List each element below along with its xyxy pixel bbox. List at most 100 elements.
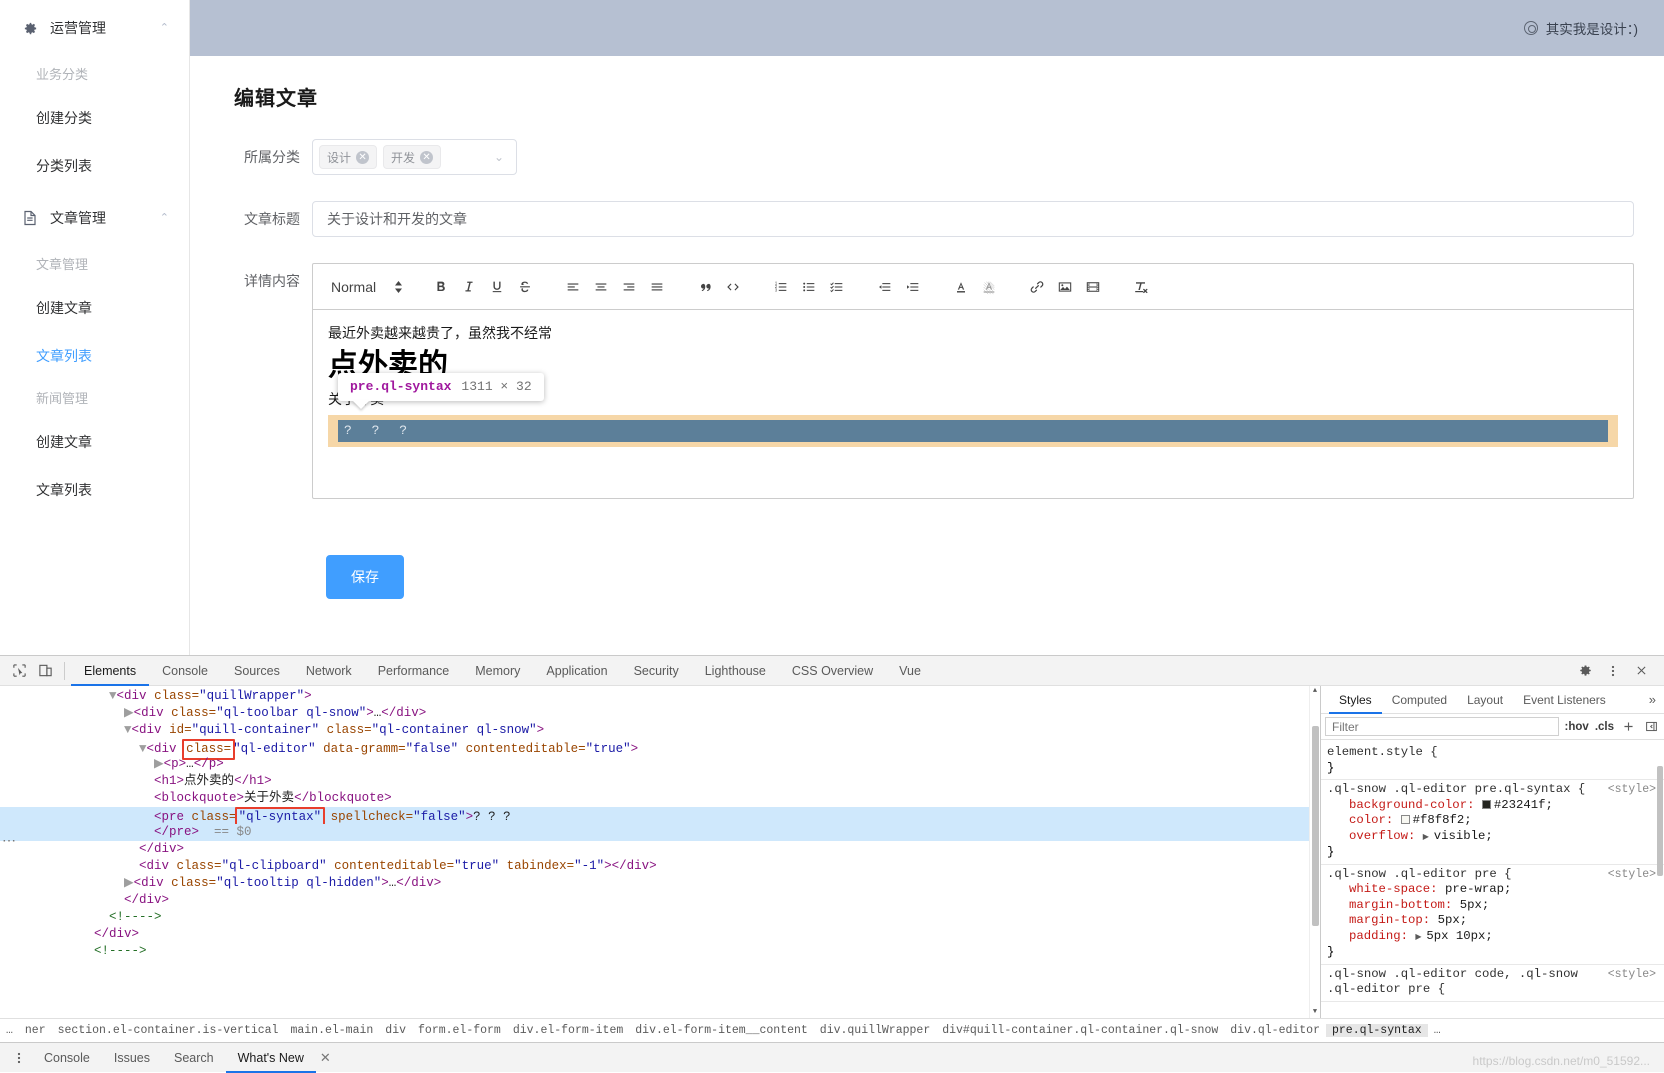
- sidebar-group-operations[interactable]: 运营管理 ⌃: [0, 0, 189, 56]
- devtools-tab-performance[interactable]: Performance: [365, 656, 463, 686]
- devtools-tab-vue[interactable]: Vue: [886, 656, 934, 686]
- devtools-tab-css-overview[interactable]: CSS Overview: [779, 656, 886, 686]
- styles-tab-computed[interactable]: Computed: [1382, 686, 1457, 714]
- devtools-tab-console[interactable]: Console: [149, 656, 221, 686]
- italic-icon[interactable]: [455, 275, 483, 299]
- css-declaration[interactable]: padding: ▶ 5px 10px;: [1327, 929, 1664, 946]
- css-declaration[interactable]: background-color: #23241f;: [1327, 798, 1664, 814]
- css-rule-source[interactable]: <style>: [1608, 967, 1656, 983]
- sidebar-item-category-list[interactable]: 分类列表: [0, 142, 189, 190]
- code-block-icon[interactable]: [719, 275, 747, 299]
- drawer-tab-issues[interactable]: Issues: [102, 1043, 162, 1073]
- hover-state-button[interactable]: :hov: [1565, 721, 1589, 733]
- css-rule-source[interactable]: <style>: [1608, 782, 1656, 798]
- css-rule-source[interactable]: <style>: [1608, 867, 1656, 883]
- scroll-down-icon[interactable]: ▼: [1310, 1007, 1320, 1018]
- styles-filter-input[interactable]: [1325, 717, 1559, 736]
- link-icon[interactable]: [1023, 275, 1051, 299]
- heading-picker[interactable]: Normal: [321, 279, 411, 295]
- devtools-tab-memory[interactable]: Memory: [462, 656, 533, 686]
- save-button[interactable]: 保存: [326, 555, 404, 599]
- bold-icon[interactable]: [427, 275, 455, 299]
- sidebar-toggle-icon[interactable]: [1643, 720, 1660, 733]
- color-swatch[interactable]: [1401, 815, 1410, 824]
- align-center-icon[interactable]: [587, 275, 615, 299]
- indent-icon[interactable]: [899, 275, 927, 299]
- styles-tab-layout[interactable]: Layout: [1457, 686, 1513, 714]
- align-justify-icon[interactable]: [643, 275, 671, 299]
- list-bullet-icon[interactable]: [795, 275, 823, 299]
- device-toolbar-icon[interactable]: [32, 659, 58, 683]
- devtools-tab-elements[interactable]: Elements: [71, 656, 149, 686]
- outdent-icon[interactable]: [871, 275, 899, 299]
- css-declaration[interactable]: white-space: pre-wrap;: [1327, 882, 1664, 898]
- devtools-tab-lighthouse[interactable]: Lighthouse: [692, 656, 779, 686]
- user-menu[interactable]: 其实我是设计：): [1524, 18, 1638, 38]
- styles-rules[interactable]: element.style {} <style>.ql-snow .ql-edit…: [1321, 740, 1664, 1018]
- dom-node-line[interactable]: </pre> == $0: [0, 824, 1320, 841]
- breadcrumb-item[interactable]: div.el-form-item__content: [629, 1024, 814, 1037]
- css-rule[interactable]: <style>.ql-snow .ql-editor code, .ql-sno…: [1321, 965, 1664, 1002]
- devtools-tab-security[interactable]: Security: [621, 656, 692, 686]
- dom-node-line[interactable]: <pre class="ql-syntax" spellcheck="false…: [0, 807, 1320, 824]
- kebab-menu-icon[interactable]: [6, 1046, 32, 1070]
- dom-node-line[interactable]: </div>: [0, 841, 1320, 858]
- color-swatch[interactable]: [1482, 800, 1491, 809]
- close-icon[interactable]: ✕: [356, 151, 369, 164]
- underline-icon[interactable]: [483, 275, 511, 299]
- breadcrumb-item[interactable]: div.ql-editor: [1224, 1024, 1326, 1037]
- css-rule[interactable]: element.style {}: [1321, 743, 1664, 780]
- close-icon[interactable]: ✕: [320, 1050, 331, 1066]
- breadcrumb-item[interactable]: …: [1428, 1024, 1447, 1037]
- category-tag-development[interactable]: 开发 ✕: [383, 145, 441, 169]
- css-declaration[interactable]: margin-top: 5px;: [1327, 913, 1664, 929]
- article-title-input[interactable]: [312, 201, 1634, 237]
- kebab-menu-icon[interactable]: [1600, 659, 1626, 683]
- css-declaration[interactable]: overflow: ▶ visible;: [1327, 829, 1664, 846]
- breadcrumb-item[interactable]: form.el-form: [412, 1024, 507, 1037]
- scrollbar-thumb[interactable]: [1657, 766, 1663, 876]
- close-icon[interactable]: [1628, 659, 1654, 683]
- dom-tree-pane[interactable]: ▼<div class="quillWrapper"> ▶<div class=…: [0, 686, 1320, 1018]
- scrollbar-thumb[interactable]: [1312, 726, 1319, 926]
- dom-node-line[interactable]: </div>: [0, 926, 1320, 943]
- styles-tab-styles[interactable]: Styles: [1329, 686, 1382, 714]
- video-icon[interactable]: [1079, 275, 1107, 299]
- dom-node-line[interactable]: ▶<div class="ql-tooltip ql-hidden">…</di…: [0, 875, 1320, 892]
- sidebar-item-article-list-2[interactable]: 文章列表: [0, 466, 189, 514]
- breadcrumb-item[interactable]: section.el-container.is-vertical: [52, 1024, 285, 1037]
- dom-node-line[interactable]: ▶<div class="ql-toolbar ql-snow">…</div>: [0, 705, 1320, 722]
- dom-node-line[interactable]: ▶<p>…</p>: [0, 756, 1320, 773]
- class-editor-button[interactable]: .cls: [1595, 721, 1614, 733]
- dom-node-line[interactable]: ▼<div class="ql-editor" data-gramm="fals…: [0, 739, 1320, 756]
- devtools-tab-application[interactable]: Application: [533, 656, 620, 686]
- chevron-down-icon[interactable]: ⌄: [494, 150, 504, 164]
- breadcrumb-item[interactable]: div#quill-container.ql-container.ql-snow: [936, 1024, 1224, 1037]
- breadcrumb-item[interactable]: …: [0, 1024, 19, 1037]
- devtools-tab-sources[interactable]: Sources: [221, 656, 293, 686]
- chevron-double-right-icon[interactable]: »: [1641, 692, 1664, 707]
- highlighted-pre-element[interactable]: pre.ql-syntax1311 × 32 ? ? ?: [328, 415, 1618, 447]
- dom-node-line[interactable]: <!---->: [0, 943, 1320, 960]
- dom-node-line[interactable]: <blockquote>关于外卖</blockquote>: [0, 790, 1320, 807]
- sidebar-item-create-article-1[interactable]: 创建文章: [0, 284, 189, 332]
- breadcrumb-item[interactable]: pre.ql-syntax: [1326, 1024, 1428, 1037]
- scroll-up-icon[interactable]: ▲: [1310, 686, 1320, 697]
- list-check-icon[interactable]: [823, 275, 851, 299]
- drawer-tab-what-s-new[interactable]: What's New: [226, 1043, 316, 1073]
- drawer-tab-console[interactable]: Console: [32, 1043, 102, 1073]
- plus-icon[interactable]: [1620, 720, 1637, 733]
- strike-icon[interactable]: [511, 275, 539, 299]
- clean-format-icon[interactable]: [1127, 275, 1155, 299]
- expand-triangle-icon[interactable]: ▶: [1423, 833, 1434, 842]
- background-color-icon[interactable]: [975, 275, 1003, 299]
- css-rule[interactable]: <style>.ql-snow .ql-editor pre {white-sp…: [1321, 865, 1664, 965]
- dom-node-line[interactable]: ▼<div id="quill-container" class="ql-con…: [0, 722, 1320, 739]
- close-icon[interactable]: ✕: [420, 151, 433, 164]
- breadcrumb-item[interactable]: div.quillWrapper: [814, 1024, 936, 1037]
- text-color-icon[interactable]: [947, 275, 975, 299]
- css-declaration[interactable]: color: #f8f8f2;: [1327, 813, 1664, 829]
- dom-node-line[interactable]: <h1>点外卖的</h1>: [0, 773, 1320, 790]
- gear-icon[interactable]: [1572, 659, 1598, 683]
- align-right-icon[interactable]: [615, 275, 643, 299]
